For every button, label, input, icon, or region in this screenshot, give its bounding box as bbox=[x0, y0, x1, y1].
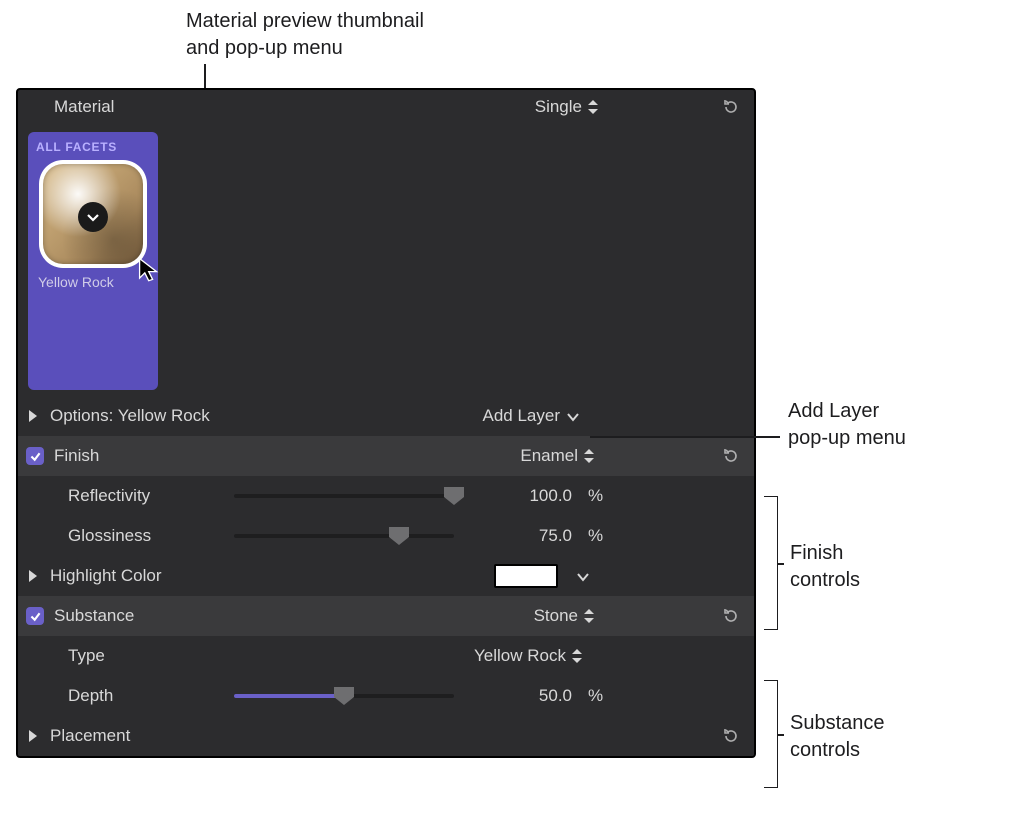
reflectivity-slider[interactable] bbox=[234, 486, 454, 506]
depth-value[interactable]: 50.0 bbox=[472, 686, 572, 706]
callout-text: Finish bbox=[790, 540, 860, 567]
chevron-down-icon[interactable] bbox=[576, 569, 590, 583]
placement-label: Placement bbox=[50, 726, 130, 746]
callout-leader bbox=[778, 734, 784, 736]
placement-row: Placement bbox=[18, 716, 754, 756]
section-title: Material bbox=[54, 97, 114, 117]
substance-mode-popup[interactable]: Stone bbox=[534, 606, 594, 626]
param-label: Depth bbox=[68, 686, 113, 706]
finish-type-value: Enamel bbox=[520, 446, 578, 466]
updown-icon bbox=[584, 449, 594, 463]
reset-icon[interactable] bbox=[722, 727, 740, 745]
material-inspector-panel: Material Single ALL FACETS Yellow Rock bbox=[16, 88, 756, 758]
reflectivity-row: Reflectivity 100.0 % bbox=[18, 476, 754, 516]
glossiness-slider[interactable] bbox=[234, 526, 454, 546]
callout-text: controls bbox=[790, 737, 885, 764]
callout-text: Material preview thumbnail bbox=[186, 8, 424, 35]
finish-checkbox[interactable] bbox=[26, 447, 44, 465]
substance-checkbox[interactable] bbox=[26, 607, 44, 625]
callout-substance-controls: Substance controls bbox=[790, 710, 885, 764]
material-preset-card[interactable]: ALL FACETS Yellow Rock bbox=[28, 132, 158, 390]
options-row: Options: Yellow Rock Add Layer bbox=[18, 396, 754, 436]
callout-thumbnail: Material preview thumbnail and pop-up me… bbox=[186, 8, 424, 62]
updown-icon bbox=[584, 609, 594, 623]
param-label: Reflectivity bbox=[68, 486, 150, 506]
param-label: Type bbox=[68, 646, 105, 666]
substance-type-popup[interactable]: Yellow Rock bbox=[474, 646, 582, 666]
callout-bracket bbox=[764, 680, 778, 788]
material-thumbnail[interactable] bbox=[39, 160, 147, 268]
chevron-down-icon bbox=[566, 409, 580, 423]
param-label: Highlight Color bbox=[50, 566, 162, 586]
disclosure-triangle[interactable] bbox=[26, 730, 40, 742]
callout-text: and pop-up menu bbox=[186, 35, 424, 62]
callout-text: Substance bbox=[790, 710, 885, 737]
reflectivity-value[interactable]: 100.0 bbox=[472, 486, 572, 506]
facet-mode-popup[interactable]: Single bbox=[535, 97, 598, 117]
material-header: Material Single bbox=[18, 90, 754, 124]
glossiness-value[interactable]: 75.0 bbox=[472, 526, 572, 546]
callout-text: controls bbox=[790, 567, 860, 594]
depth-row: Depth 50.0 % bbox=[18, 676, 754, 716]
facet-mode-value: Single bbox=[535, 97, 582, 117]
callout-leader bbox=[590, 436, 780, 438]
material-preset-area: ALL FACETS Yellow Rock bbox=[18, 124, 754, 396]
options-label: Options: Yellow Rock bbox=[50, 406, 210, 426]
add-layer-label: Add Layer bbox=[483, 406, 561, 426]
callout-leader bbox=[778, 563, 784, 565]
add-layer-popup[interactable]: Add Layer bbox=[483, 406, 581, 426]
disclosure-triangle[interactable] bbox=[26, 410, 40, 422]
highlight-color-row: Highlight Color bbox=[18, 556, 754, 596]
substance-type-value: Yellow Rock bbox=[474, 646, 566, 666]
substance-header-row: Substance Stone bbox=[18, 596, 754, 636]
depth-slider[interactable] bbox=[234, 686, 454, 706]
finish-type-popup[interactable]: Enamel bbox=[520, 446, 594, 466]
unit-label: % bbox=[582, 686, 610, 706]
disclosure-triangle[interactable] bbox=[26, 570, 40, 582]
substance-mode-value: Stone bbox=[534, 606, 578, 626]
substance-label: Substance bbox=[54, 606, 134, 626]
param-label: Glossiness bbox=[68, 526, 151, 546]
chevron-down-icon[interactable] bbox=[78, 202, 108, 232]
highlight-color-well[interactable] bbox=[494, 564, 558, 588]
reset-icon[interactable] bbox=[722, 98, 740, 116]
glossiness-row: Glossiness 75.0 % bbox=[18, 516, 754, 556]
callout-text: pop-up menu bbox=[788, 425, 906, 452]
unit-label: % bbox=[582, 526, 610, 546]
substance-type-row: Type Yellow Rock bbox=[18, 636, 754, 676]
facets-label: ALL FACETS bbox=[34, 138, 152, 160]
updown-icon bbox=[572, 649, 582, 663]
callout-text: Add Layer bbox=[788, 398, 906, 425]
callout-add-layer: Add Layer pop-up menu bbox=[788, 398, 906, 452]
callout-bracket bbox=[764, 496, 778, 630]
reset-icon[interactable] bbox=[722, 447, 740, 465]
reset-icon[interactable] bbox=[722, 607, 740, 625]
material-preset-name: Yellow Rock bbox=[34, 268, 152, 296]
updown-icon bbox=[588, 100, 598, 114]
finish-header-row: Finish Enamel bbox=[18, 436, 754, 476]
unit-label: % bbox=[582, 486, 610, 506]
finish-label: Finish bbox=[54, 446, 99, 466]
callout-finish-controls: Finish controls bbox=[790, 540, 860, 594]
